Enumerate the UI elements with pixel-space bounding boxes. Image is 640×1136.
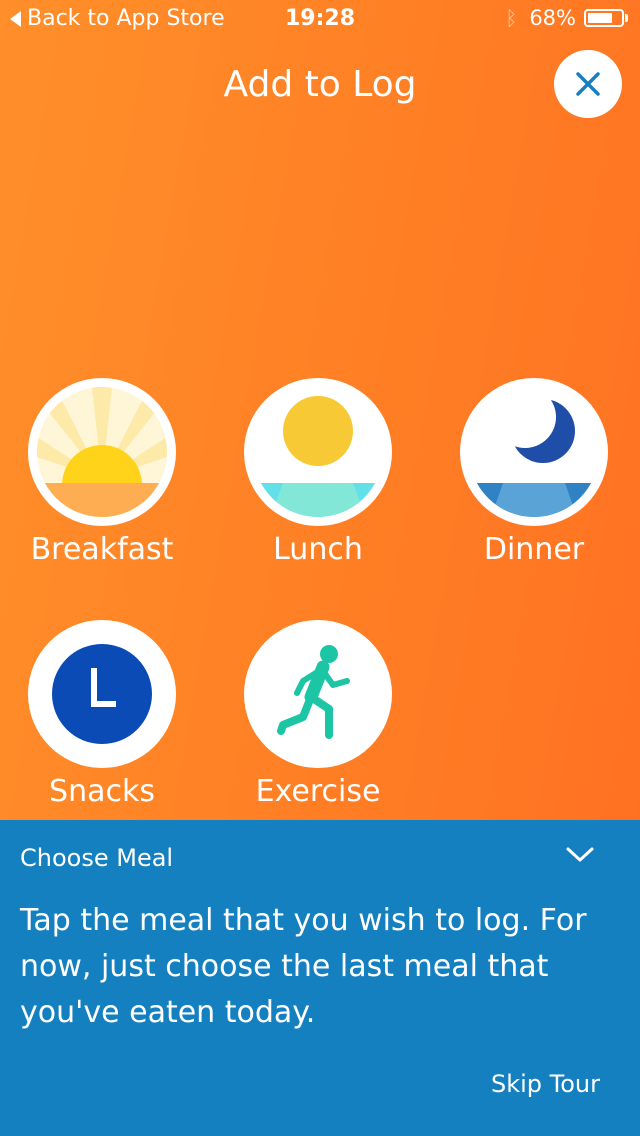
moon-icon bbox=[469, 387, 599, 517]
dinner-circle bbox=[460, 378, 608, 526]
sun-icon bbox=[253, 387, 383, 517]
lunch-circle bbox=[244, 378, 392, 526]
battery-icon bbox=[584, 9, 624, 27]
collapse-tour-button[interactable] bbox=[562, 842, 598, 870]
clock-icon bbox=[52, 644, 152, 744]
lunch-label: Lunch bbox=[273, 532, 363, 567]
chevron-down-icon bbox=[566, 847, 594, 862]
runner-icon bbox=[277, 645, 350, 739]
tour-panel: Choose Meal Tap the meal that you wish t… bbox=[0, 820, 640, 1136]
sunrise-icon bbox=[37, 387, 167, 517]
close-button[interactable] bbox=[554, 50, 622, 118]
log-item-snacks[interactable]: Snacks bbox=[2, 620, 202, 809]
log-item-breakfast[interactable]: Breakfast bbox=[2, 378, 202, 567]
status-bar: Back to App Store 19:28 ᛒ 68% bbox=[0, 0, 640, 40]
snacks-circle bbox=[28, 620, 176, 768]
snacks-label: Snacks bbox=[49, 774, 155, 809]
bluetooth-icon: ᛒ bbox=[505, 6, 518, 30]
log-item-lunch[interactable]: Lunch bbox=[218, 378, 418, 567]
tour-title: Choose Meal bbox=[20, 844, 174, 872]
battery-fill bbox=[588, 13, 613, 23]
battery-nub bbox=[625, 14, 628, 22]
log-item-exercise[interactable]: Exercise bbox=[218, 620, 418, 809]
breakfast-circle bbox=[28, 378, 176, 526]
status-right: ᛒ 68% bbox=[505, 6, 628, 30]
close-icon bbox=[576, 72, 600, 96]
dinner-label: Dinner bbox=[483, 532, 585, 567]
exercise-label: Exercise bbox=[255, 774, 381, 809]
battery-percent: 68% bbox=[529, 6, 576, 30]
tour-body: Tap the meal that you wish to log. For n… bbox=[20, 903, 587, 1030]
log-item-dinner[interactable]: Dinner bbox=[434, 378, 634, 567]
exercise-circle bbox=[244, 620, 392, 768]
page-title: Add to Log bbox=[223, 64, 417, 105]
skip-tour-button[interactable]: Skip Tour bbox=[491, 1070, 600, 1098]
breakfast-label: Breakfast bbox=[30, 532, 174, 567]
